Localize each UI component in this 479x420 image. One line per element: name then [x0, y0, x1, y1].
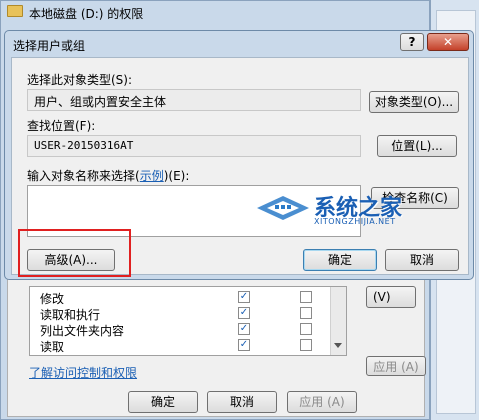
- watermark-logo: [255, 190, 313, 228]
- table-row: 读取和执行 ✓: [30, 305, 330, 322]
- advanced-highlight-box: [18, 229, 131, 277]
- examples-link[interactable]: 示例: [140, 169, 164, 183]
- table-row: 修改 ✓: [30, 289, 330, 306]
- deny-checkbox[interactable]: [300, 307, 312, 319]
- table-row: 读取 ✓: [30, 337, 330, 354]
- allow-checkbox[interactable]: ✓: [238, 291, 250, 303]
- learn-permissions-link[interactable]: 了解访问控制和权限: [29, 364, 137, 381]
- allow-checkbox[interactable]: ✓: [238, 339, 250, 351]
- table-row: 列出文件夹内容 ✓: [30, 321, 330, 338]
- bg-v-button[interactable]: (V): [366, 286, 416, 308]
- watermark-graphic-icon: [257, 196, 309, 220]
- object-type-label: 选择此对象类型(S):: [27, 73, 133, 87]
- locations-button[interactable]: 位置(L)...: [377, 135, 457, 157]
- watermark-subtitle: XITONGZHIJIA.NET: [314, 217, 396, 226]
- close-button[interactable]: ✕: [427, 33, 469, 51]
- deny-checkbox[interactable]: [300, 339, 312, 351]
- location-label: 查找位置(F):: [27, 119, 96, 133]
- dialog-cancel-button[interactable]: 取消: [385, 249, 459, 271]
- scroll-down-icon[interactable]: [334, 343, 342, 348]
- dialog-ok-button[interactable]: 确定: [303, 249, 377, 271]
- allow-checkbox[interactable]: ✓: [238, 307, 250, 319]
- help-button[interactable]: ?: [400, 33, 424, 51]
- bg-apply-button: 应用 (A): [287, 391, 357, 413]
- bg-ok-button[interactable]: 确定: [128, 391, 198, 413]
- enter-names-suffix: )(E):: [163, 169, 190, 183]
- deny-checkbox[interactable]: [300, 323, 312, 335]
- location-field: USER-20150316AT: [27, 135, 361, 157]
- allow-checkbox[interactable]: ✓: [238, 323, 250, 335]
- bg-cancel-button[interactable]: 取消: [207, 391, 277, 413]
- dialog-title: 选择用户或组: [13, 39, 86, 53]
- permission-name: 读取: [40, 340, 65, 354]
- object-types-button[interactable]: 对象类型(O)...: [369, 91, 459, 113]
- help-icon: ?: [408, 35, 416, 49]
- permissions-list: 修改 ✓ 读取和执行 ✓ 列出文件夹内容 ✓ 读取 ✓: [29, 286, 347, 356]
- folder-icon: [7, 5, 23, 17]
- object-type-field: 用户、组或内置安全主体: [27, 89, 361, 111]
- bg-apply-button-2: 应用 (A): [366, 356, 426, 376]
- deny-checkbox[interactable]: [300, 291, 312, 303]
- enter-names-prefix: 输入对象名称来选择(: [27, 169, 140, 183]
- list-scrollbar[interactable]: [330, 287, 346, 355]
- enter-names-label: 输入对象名称来选择(示例)(E):: [27, 167, 189, 184]
- permissions-window-title: 本地磁盘 (D:) 的权限: [29, 7, 144, 21]
- close-icon: ✕: [442, 35, 454, 49]
